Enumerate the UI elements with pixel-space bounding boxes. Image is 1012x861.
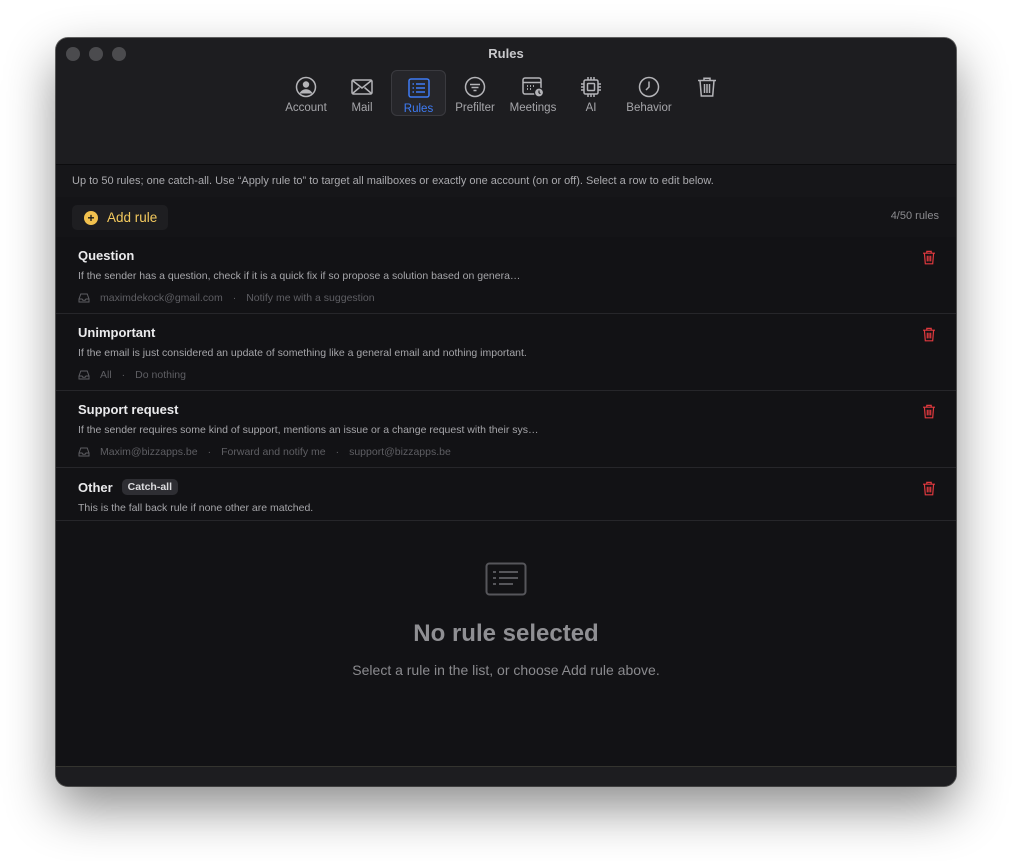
tab-prefilter[interactable]: Prefilter: [452, 70, 498, 116]
rule-meta: All · Do nothing: [78, 369, 186, 381]
delete-rule-trash-icon[interactable]: [922, 404, 936, 419]
delete-rule-trash-icon[interactable]: [922, 327, 936, 342]
rule-mailbox: All: [100, 369, 112, 381]
settings-window: Rules Account Mail Rules Prefilter Meeti…: [56, 38, 956, 786]
rule-mailbox: Maxim@bizzapps.be: [100, 446, 198, 458]
person-circle-icon: [295, 76, 317, 98]
rule-row-support-request[interactable]: Support request If the sender requires s…: [56, 391, 956, 468]
calendar-clock-icon: [522, 77, 545, 98]
tab-account[interactable]: Account: [279, 70, 333, 116]
trash-icon: [698, 77, 716, 97]
rule-row-unimportant[interactable]: Unimportant If the email is just conside…: [56, 314, 956, 391]
tab-ai[interactable]: AI: [580, 70, 602, 116]
tab-behavior[interactable]: Behavior: [624, 70, 674, 116]
rule-row-question[interactable]: Question If the sender has a question, c…: [56, 237, 956, 314]
clock-icon: [638, 76, 660, 98]
tab-behavior-label: Behavior: [626, 102, 672, 114]
window-title: Rules: [488, 46, 524, 61]
rule-mailbox: maximdekock@gmail.com: [100, 292, 223, 304]
tab-prefilter-label: Prefilter: [455, 102, 495, 114]
add-rule-button[interactable]: + Add rule: [72, 205, 168, 230]
list-rules-icon: [485, 562, 527, 596]
title-bar: Rules Account Mail Rules Prefilter Meeti…: [56, 38, 956, 165]
settings-toolbar: Account Mail Rules Prefilter Meetings AI…: [56, 70, 956, 118]
rule-meta: Maxim@bizzapps.be · Forward and notify m…: [78, 446, 451, 458]
tab-meetings-label: Meetings: [509, 102, 557, 114]
tab-mail[interactable]: Mail: [341, 70, 383, 116]
tab-ai-label: AI: [585, 102, 597, 114]
rule-description: This is the fall back rule if none other…: [78, 502, 314, 514]
bottom-bar: [56, 766, 956, 786]
rule-name: Question: [78, 248, 135, 263]
add-rule-label: Add rule: [107, 210, 158, 225]
rule-action: Do nothing: [135, 369, 186, 381]
rule-description: If the email is just considered an updat…: [78, 347, 527, 359]
rules-info-text: Up to 50 rules; one catch-all. Use “Appl…: [56, 165, 956, 197]
list-rules-icon: [407, 78, 430, 98]
rule-title: Unimportant: [78, 325, 155, 340]
rule-title: Support request: [78, 402, 178, 417]
rule-meta: maximdekock@gmail.com · Notify me with a…: [78, 292, 375, 304]
rule-description: If the sender has a question, check if i…: [78, 270, 521, 282]
rule-description: If the sender requires some kind of supp…: [78, 424, 539, 436]
rule-count: 4/50 rules: [890, 210, 939, 222]
inbox-icon: [78, 293, 90, 303]
inbox-icon: [78, 370, 90, 380]
rule-forward-target: support@bizzapps.be: [349, 446, 451, 458]
rule-name: Other: [78, 479, 113, 495]
rule-name: Unimportant: [78, 325, 156, 340]
tab-account-label: Account: [285, 102, 327, 114]
rule-name: Support request: [78, 402, 179, 417]
rule-title: Question: [78, 248, 134, 263]
tab-trash[interactable]: [694, 70, 720, 116]
tab-rules-label: Rules: [403, 103, 434, 115]
empty-state-title: No rule selected: [413, 620, 599, 647]
rule-row-other[interactable]: Other Catch-all This is the fall back ru…: [56, 468, 956, 521]
inbox-icon: [78, 447, 90, 457]
filter-icon: [464, 76, 486, 98]
meta-separator: ·: [335, 446, 340, 458]
delete-rule-trash-icon[interactable]: [922, 481, 936, 496]
delete-rule-trash-icon[interactable]: [922, 250, 936, 265]
envelope-icon: [351, 79, 373, 95]
rule-title: Other Catch-all: [78, 479, 179, 495]
tab-rules[interactable]: Rules: [391, 70, 446, 116]
plus-circle-icon: +: [84, 210, 98, 225]
meta-separator: ·: [207, 446, 212, 458]
tab-meetings[interactable]: Meetings: [506, 70, 560, 116]
meta-separator: ·: [121, 369, 126, 381]
rule-action: Forward and notify me: [221, 446, 326, 458]
empty-state-subtitle: Select a rule in the list, or choose Add…: [352, 662, 660, 678]
chip-icon: [581, 77, 601, 97]
meta-separator: ·: [232, 292, 237, 304]
rules-action-bar: + Add rule 4/50 rules: [56, 197, 956, 237]
rule-action: Notify me with a suggestion: [246, 292, 375, 304]
tab-mail-label: Mail: [351, 102, 373, 114]
catch-all-badge: Catch-all: [121, 479, 179, 495]
